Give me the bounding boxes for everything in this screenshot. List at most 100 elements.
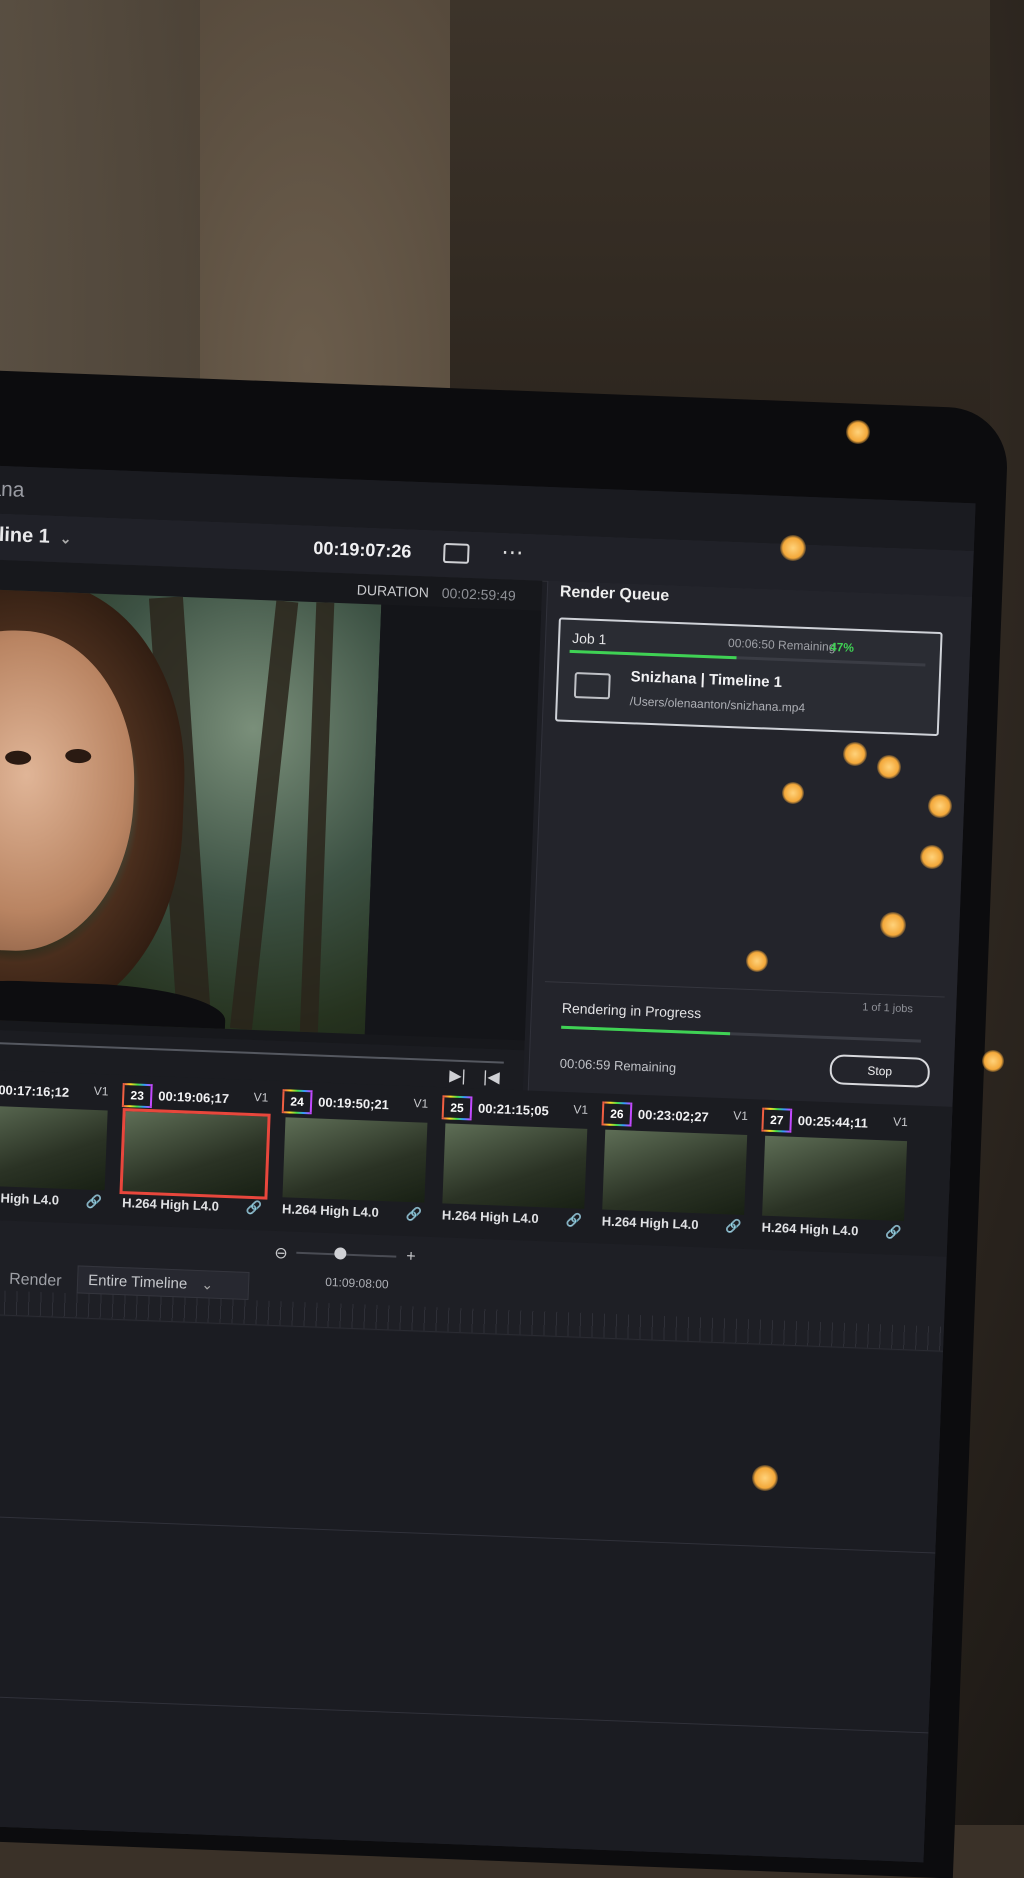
- clip-item[interactable]: 25 00:21:15;05 V1 H.264 High L4.0 🔗: [437, 1095, 592, 1237]
- room-door: [0, 0, 200, 420]
- job-progress-bar: [569, 649, 926, 667]
- viewer-letterbox: [364, 604, 542, 1041]
- bokeh-light: [920, 845, 944, 869]
- film-icon: [573, 672, 611, 700]
- clip-thumbnail[interactable]: [282, 1117, 428, 1203]
- link-icon: 🔗: [885, 1224, 902, 1241]
- clip-track: V1: [573, 1102, 589, 1117]
- clip-item[interactable]: 26 00:23:02;27 V1 H.264 High L4.0 🔗: [597, 1101, 752, 1243]
- clip-number: 24: [281, 1089, 313, 1115]
- clip-item[interactable]: 2200:17:16;12V1H.264 High L4.0🔗: [0, 1077, 113, 1219]
- bokeh-light: [880, 912, 906, 938]
- ruler-timecode: 01:09:08:00: [324, 1274, 389, 1292]
- timeline-tracks[interactable]: [0, 1314, 943, 1863]
- clip-number: 25: [441, 1095, 473, 1121]
- render-scope-value: Entire Timeline: [87, 1271, 188, 1293]
- clip-header: 24 00:19:50;21 V1: [281, 1089, 433, 1119]
- clip-codec: H.264 High L4.0: [121, 1195, 220, 1214]
- clip-number: 23: [121, 1083, 153, 1109]
- stop-button[interactable]: Stop: [829, 1054, 931, 1088]
- job-title: Snizhana | Timeline 1: [630, 668, 783, 692]
- job-remaining: 00:06:50 Remaining: [727, 635, 836, 655]
- zoom-slider-knob[interactable]: [334, 1247, 347, 1260]
- bokeh-light: [877, 755, 901, 779]
- clip-timecode: 00:17:16;12: [0, 1082, 70, 1100]
- bokeh-light: [843, 742, 867, 766]
- zoom-in-icon[interactable]: +: [406, 1248, 416, 1266]
- clip-timecode: 00:21:15;05: [477, 1100, 550, 1119]
- timeline-selector[interactable]: eline 1 ⌄: [0, 523, 72, 549]
- viewer-mode-icon[interactable]: [442, 542, 470, 564]
- clip-number: 26: [601, 1101, 633, 1127]
- clip-codec: H.264 High L4.0: [281, 1201, 380, 1220]
- link-icon: 🔗: [245, 1199, 263, 1216]
- render-queue-title: Render Queue: [559, 583, 670, 605]
- clip-number: 27: [761, 1107, 793, 1133]
- clip-header: 23 00:19:06;17 V1: [121, 1083, 273, 1113]
- clip-timecode: 00:25:44;11: [797, 1112, 869, 1131]
- clip-codec: H.264 High L4.0: [0, 1189, 60, 1208]
- clip-thumbnail[interactable]: [0, 1104, 108, 1191]
- job-path: /Users/olenaanton/snizhana.mp4: [629, 694, 806, 715]
- clip-item[interactable]: 23 00:19:06;17 V1 H.264 High L4.0 🔗: [118, 1083, 273, 1225]
- link-icon: 🔗: [85, 1193, 103, 1210]
- clip-track: V1: [892, 1114, 909, 1130]
- job-percent: 47%: [829, 639, 855, 655]
- render-progress-bar: [561, 1025, 921, 1043]
- clip-header: 26 00:23:02;27 V1: [601, 1101, 752, 1131]
- render-job-card[interactable]: Job 1 00:06:50 Remaining 47% Snizhana | …: [554, 617, 943, 737]
- clip-item[interactable]: 24 00:19:50;21 V1 H.264 High L4.0 🔗: [277, 1089, 432, 1231]
- clip-track: V1: [732, 1108, 749, 1124]
- clip-track: V1: [413, 1096, 429, 1111]
- bokeh-light: [982, 1050, 1004, 1072]
- duration-label: DURATION: [356, 581, 430, 601]
- clip-thumbnail[interactable]: [762, 1135, 908, 1222]
- track-divider: [0, 1694, 929, 1734]
- clip-header: 2200:17:16;12V1: [0, 1077, 113, 1107]
- render-remaining: 00:06:59 Remaining: [559, 1055, 677, 1076]
- clip-thumbnail[interactable]: [602, 1129, 748, 1215]
- bokeh-light: [928, 794, 952, 818]
- link-icon: 🔗: [565, 1212, 583, 1228]
- clip-item[interactable]: 27 00:25:44;11 V1 H.264 High L4.0 🔗: [757, 1107, 912, 1250]
- clip-codec: H.264 High L4.0: [601, 1213, 699, 1233]
- track-divider: [0, 1514, 936, 1554]
- bokeh-light: [752, 1465, 778, 1491]
- zoom-out-icon[interactable]: ⊖: [274, 1243, 288, 1263]
- chevron-down-icon: ⌄: [59, 530, 72, 547]
- bokeh-light: [746, 950, 768, 972]
- render-status-title: Rendering in Progress: [561, 999, 702, 1022]
- app-window: ana eline 1 ⌄ 00:19:07:26 ⋯ DURATION 00:0…: [0, 464, 976, 1863]
- viewer-frame-image: [0, 588, 382, 1035]
- project-title: ana: [0, 477, 25, 502]
- clip-thumbnail[interactable]: [119, 1107, 271, 1200]
- next-icon[interactable]: ▶|: [449, 1066, 466, 1087]
- render-label: Render: [8, 1270, 62, 1290]
- clip-codec: H.264 High L4.0: [441, 1207, 539, 1227]
- clip-track: V1: [93, 1083, 109, 1099]
- job-name: Job 1: [571, 629, 607, 648]
- timeline-name: eline 1: [0, 523, 51, 548]
- chevron-down-icon: ⌄: [201, 1276, 214, 1293]
- bokeh-light: [782, 782, 804, 804]
- clip-timecode: 00:23:02;27: [637, 1106, 709, 1125]
- job-progress-fill: [569, 649, 737, 660]
- laptop-bezel: ana eline 1 ⌄ 00:19:07:26 ⋯ DURATION 00:0…: [0, 370, 1010, 1878]
- clip-thumbnail[interactable]: [442, 1123, 588, 1209]
- clip-track: V1: [253, 1090, 269, 1105]
- more-options-icon[interactable]: ⋯: [501, 539, 526, 566]
- bokeh-light: [846, 420, 870, 444]
- render-jobs-count: 1 of 1 jobs: [861, 1001, 914, 1016]
- viewer-panel: DURATION 00:02:59:49: [0, 558, 543, 1051]
- link-icon: 🔗: [725, 1218, 742, 1234]
- link-icon: 🔗: [405, 1205, 423, 1222]
- clip-header: 27 00:25:44;11 V1: [761, 1107, 912, 1138]
- bokeh-light: [780, 535, 806, 561]
- prev-icon[interactable]: |◀: [483, 1067, 500, 1088]
- current-timecode: 00:19:07:26: [313, 537, 412, 562]
- status-divider: [544, 981, 945, 998]
- clip-codec: H.264 High L4.0: [761, 1219, 859, 1239]
- render-progress-fill: [561, 1025, 731, 1036]
- timeline-panel: ⊖ + Render Entire Timeline ⌄ 01:09:08:00: [0, 1218, 947, 1863]
- clip-timecode: 00:19:06;17: [157, 1088, 230, 1107]
